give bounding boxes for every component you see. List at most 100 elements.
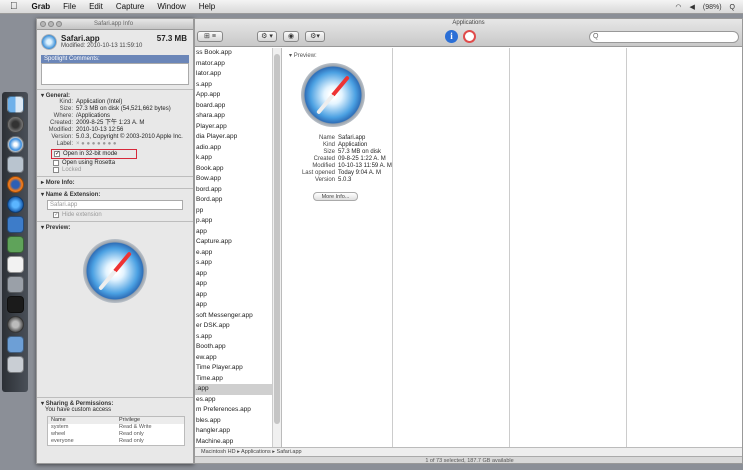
quick-look-button[interactable]: ◉ [283, 31, 299, 42]
list-item[interactable]: Player.app [195, 122, 272, 133]
table-row[interactable]: everyone Read only [48, 438, 184, 445]
more-info-section[interactable]: ▸ More Info: [37, 176, 193, 188]
scrollbar-thumb[interactable] [274, 54, 280, 424]
list-item[interactable]: app [195, 300, 272, 311]
checkmark-icon[interactable]: ✓ [54, 151, 60, 157]
list-item[interactable]: ss Book.app [195, 48, 272, 59]
list-item[interactable]: app [195, 269, 272, 280]
dashboard-dock-icon[interactable] [6, 116, 24, 133]
list-item[interactable]: pp [195, 206, 272, 217]
list-item[interactable]: Time Player.app [195, 363, 272, 374]
list-item[interactable]: Booth.app [195, 342, 272, 353]
list-item[interactable]: Capture.app [195, 237, 272, 248]
list-item[interactable]: es.app [195, 395, 272, 406]
gear-action-button[interactable]: ⚙▾ [305, 31, 325, 42]
empty-column[interactable] [511, 48, 627, 447]
menu-edit[interactable]: Edit [89, 2, 103, 11]
firefox-dock-icon[interactable] [6, 176, 24, 193]
list-item[interactable]: app [195, 290, 272, 301]
list-item[interactable]: s.app [195, 258, 272, 269]
list-item[interactable]: board.app [195, 101, 272, 112]
spotlight-comments-header[interactable]: Spotlight Comments: [41, 55, 189, 63]
prohibited-icon[interactable] [463, 30, 476, 43]
list-item[interactable]: mator.app [195, 59, 272, 70]
zoom-button[interactable] [56, 21, 62, 27]
trash-dock-icon[interactable] [6, 356, 24, 373]
table-row[interactable]: wheel Read only [48, 431, 184, 438]
eye-icon: ◉ [287, 33, 295, 40]
list-item[interactable]: dia Player.app [195, 132, 272, 143]
list-item[interactable]: adio.app [195, 143, 272, 154]
applications-column: ss Book.app mator.app lator.app s.app App.ap… [195, 48, 273, 447]
list-item[interactable]: ew.app [195, 353, 272, 364]
list-item[interactable]: Time.app [195, 374, 272, 385]
list-item[interactable]: Bord.app [195, 195, 272, 206]
hide-extension-checkbox[interactable]: ✓ Hide extension [53, 212, 189, 218]
list-item[interactable]: app [195, 279, 272, 290]
action-button[interactable]: ⚙ ▾ [257, 31, 277, 42]
list-item[interactable]: Book.app [195, 164, 272, 175]
list-item[interactable]: e.app [195, 248, 272, 259]
menu-file[interactable]: File [63, 2, 76, 11]
empty-column[interactable] [628, 48, 742, 447]
itunes-dock-icon[interactable] [6, 196, 24, 213]
table-row[interactable]: system Read & Write [48, 424, 184, 431]
list-item[interactable]: er DSK.app [195, 321, 272, 332]
open-in-32-bit-checkbox[interactable]: ✓ Open in 32-bit mode [51, 149, 137, 159]
applications-folder-dock-icon[interactable] [6, 336, 24, 353]
spotlight-comments-field[interactable] [41, 63, 189, 85]
list-item[interactable]: Bow.app [195, 174, 272, 185]
get-info-button[interactable]: i [445, 30, 458, 43]
list-item[interactable]: bles.app [195, 416, 272, 427]
path-bar[interactable]: Macintosh HD ▸ Applications ▸ Safari.app [195, 447, 742, 456]
close-button[interactable] [40, 21, 46, 27]
list-item[interactable]: shara.app [195, 111, 272, 122]
list-item[interactable]: lator.app [195, 69, 272, 80]
list-item[interactable]: s.app [195, 332, 272, 343]
list-item[interactable]: m Preferences.app [195, 405, 272, 416]
safari-dock-icon[interactable] [6, 136, 24, 153]
utilities-dock-icon[interactable] [6, 276, 24, 293]
search-input[interactable]: Q [589, 31, 739, 43]
general-header[interactable]: ▾ General: [41, 92, 189, 99]
iphoto-dock-icon[interactable] [6, 216, 24, 233]
name-field[interactable]: Safari.app [47, 200, 183, 210]
list-item[interactable]: s.app [195, 80, 272, 91]
column-scrollbar[interactable] [273, 48, 282, 447]
empty-column[interactable] [394, 48, 510, 447]
terminal-dock-icon[interactable] [6, 296, 24, 313]
textedit-dock-icon[interactable] [6, 256, 24, 273]
finder-dock-icon[interactable] [6, 96, 24, 113]
apple-menu-icon[interactable]:  [10, 1, 18, 12]
menu-capture[interactable]: Capture [116, 2, 144, 11]
app-store-dock-icon[interactable] [6, 236, 24, 253]
minimize-button[interactable] [48, 21, 54, 27]
spotlight-icon[interactable]: Q [730, 4, 735, 11]
view-mode-button[interactable]: ⊞ ≡ [197, 31, 223, 42]
list-item[interactable]: p.app [195, 216, 272, 227]
menu-grab[interactable]: Grab [32, 2, 51, 11]
safari-icon [41, 34, 57, 50]
preferences-dock-icon[interactable] [6, 316, 24, 333]
volume-icon[interactable]: ◀ [689, 3, 694, 11]
list-item[interactable]: .app [195, 384, 272, 395]
list-item[interactable]: app [195, 227, 272, 238]
list-item[interactable]: bord.app [195, 185, 272, 196]
menu-help[interactable]: Help [199, 2, 215, 11]
more-info-button[interactable]: More Info... [313, 192, 358, 201]
size-row: Size: 57.3 MB on disk (54,521,662 bytes) [59, 106, 171, 112]
open-using-rosetta-checkbox[interactable]: Open using Rosetta [53, 160, 189, 166]
wifi-icon[interactable]: ◠ [675, 3, 681, 11]
list-item[interactable]: soft Messenger.app [195, 311, 272, 322]
list-item[interactable]: App.app [195, 90, 272, 101]
battery-percent[interactable]: (98%) [703, 4, 722, 11]
name-extension-section: ▾ Name & Extension: Safari.app ✓ Hide ext… [37, 188, 193, 221]
locked-checkbox[interactable]: Locked [53, 167, 189, 173]
list-item[interactable]: Machine.app [195, 437, 272, 448]
list-item[interactable]: hangler.app [195, 426, 272, 437]
list-item[interactable]: k.app [195, 153, 272, 164]
menu-window[interactable]: Window [157, 2, 185, 11]
meta-kind: Kind Application [322, 142, 368, 148]
mail-dock-icon[interactable] [6, 156, 24, 173]
label-row[interactable]: Label: × ● ● ● ● ● ● ● [41, 141, 189, 148]
